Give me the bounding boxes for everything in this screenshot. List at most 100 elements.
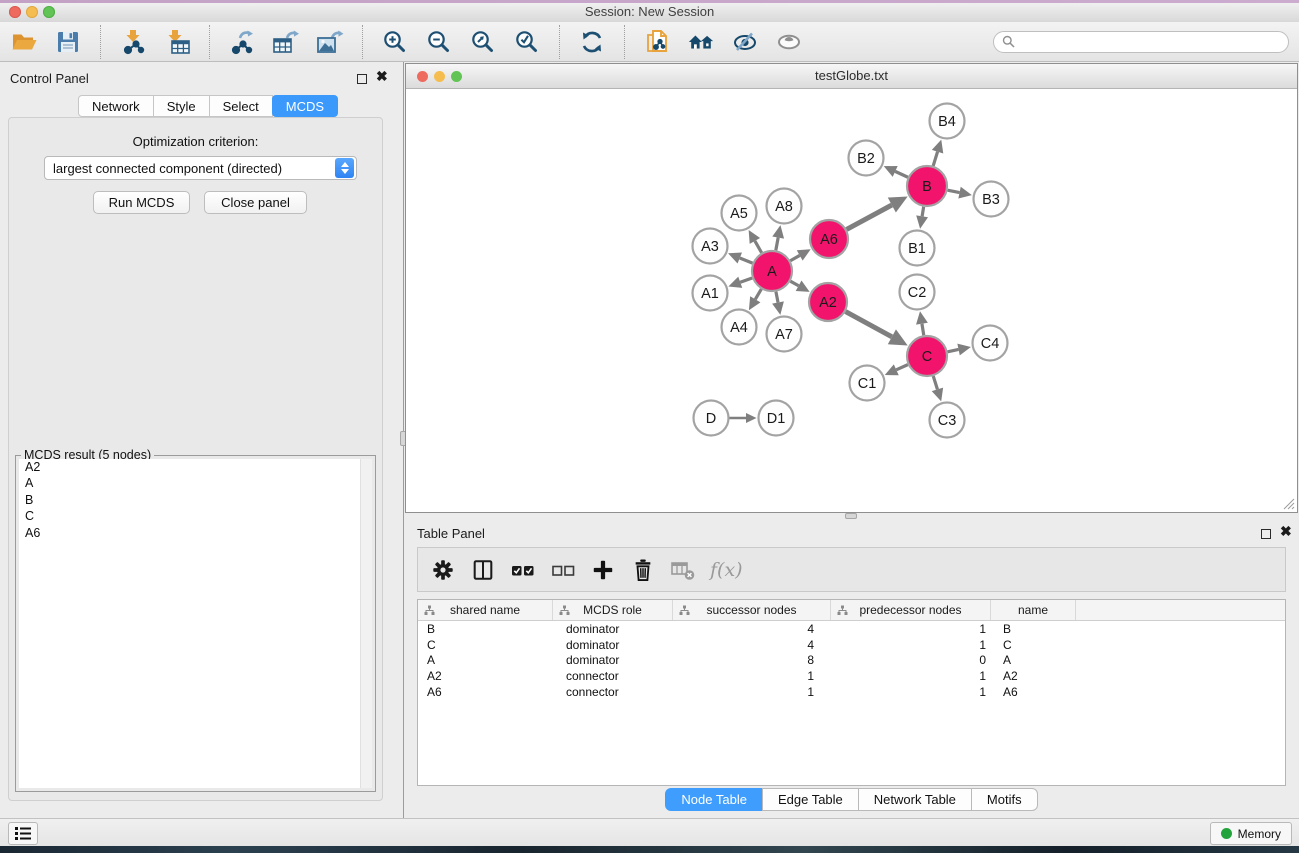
graph-node-label: A2 [819, 295, 837, 311]
graph-edge[interactable] [776, 292, 778, 303]
column-header-mcds-role[interactable]: MCDS role [553, 600, 673, 620]
import-network-icon[interactable] [119, 28, 147, 56]
table-row[interactable]: Bdominator41B [418, 621, 1285, 637]
network-graph[interactable]: AA1A2A3A4A5A6A7A8BB1B2B3B4CC1C2C3C4DD1 [406, 89, 1297, 512]
graph-node-label: A6 [820, 232, 838, 248]
task-history-button[interactable] [8, 822, 38, 845]
function-builder-icon[interactable]: f(x) [710, 559, 743, 581]
criterion-select[interactable]: largest connected component (directed) [44, 156, 357, 180]
tab-style[interactable]: Style [153, 95, 210, 117]
zoom-selected-icon[interactable] [513, 28, 541, 56]
table-cell: C [418, 638, 553, 652]
graph-edge[interactable] [740, 278, 752, 282]
graph-edge[interactable] [922, 207, 924, 217]
result-item[interactable]: B [19, 492, 372, 508]
toggle-column-view-icon[interactable] [470, 557, 496, 583]
delete-table-icon[interactable] [670, 557, 696, 583]
zoom-fit-icon[interactable] [469, 28, 497, 56]
edge-arrowhead-icon [958, 187, 972, 199]
close-panel-icon[interactable]: ✖ [376, 68, 388, 85]
graph-edge[interactable] [790, 281, 798, 286]
graph-edge[interactable] [740, 258, 753, 263]
graph-edge[interactable] [776, 238, 778, 251]
edge-arrowhead-icon [746, 413, 757, 423]
close-panel-icon[interactable]: ✖ [1280, 523, 1292, 540]
table-row[interactable]: Cdominator41C [418, 637, 1285, 653]
toolbar-separator [100, 25, 101, 59]
control-panel-tabs: Network Style Select MCDS [78, 95, 338, 117]
run-mcds-button[interactable]: Run MCDS [93, 191, 190, 214]
tab-edge-table[interactable]: Edge Table [762, 788, 859, 811]
graph-node-label: B2 [857, 151, 875, 167]
column-header-shared-name[interactable]: shared name [418, 600, 553, 620]
mcds-result-list[interactable]: A2ABCA6 [19, 459, 372, 788]
deselect-all-icon[interactable] [550, 557, 576, 583]
graph-node-label: B4 [938, 114, 956, 130]
graph-edge[interactable] [948, 349, 959, 351]
result-item[interactable]: A6 [19, 525, 372, 541]
graph-edge[interactable] [755, 289, 761, 299]
select-all-icon[interactable] [510, 557, 536, 583]
graph-edge[interactable] [896, 365, 908, 370]
zoom-out-icon[interactable] [425, 28, 453, 56]
add-column-icon[interactable] [590, 557, 616, 583]
zoom-in-icon[interactable] [381, 28, 409, 56]
table-row[interactable]: A2connector11A2 [418, 668, 1285, 684]
result-scrollbar[interactable] [360, 459, 372, 788]
settings-gear-icon[interactable] [430, 557, 456, 583]
graph-edge[interactable] [755, 241, 762, 253]
graph-edge[interactable] [895, 171, 908, 177]
result-item[interactable]: A [19, 475, 372, 491]
delete-column-trash-icon[interactable] [630, 557, 656, 583]
graph-edge[interactable] [846, 312, 892, 337]
float-panel-icon[interactable] [357, 74, 367, 84]
table-cell: A [991, 653, 1076, 667]
export-network-icon[interactable] [228, 28, 256, 56]
horizontal-splitter-handle[interactable] [845, 513, 857, 519]
edge-arrowhead-icon [916, 215, 928, 228]
result-item[interactable]: C [19, 508, 372, 524]
network-window-titlebar[interactable]: testGlobe.txt [406, 64, 1297, 89]
import-table-icon[interactable] [163, 28, 191, 56]
hide-details-icon[interactable] [731, 28, 759, 56]
export-table-icon[interactable] [272, 28, 300, 56]
graph-edge[interactable] [948, 190, 960, 192]
tab-motifs[interactable]: Motifs [971, 788, 1038, 811]
tab-network-table[interactable]: Network Table [858, 788, 972, 811]
graph-edge[interactable] [933, 376, 937, 389]
table-row[interactable]: A6connector11A6 [418, 684, 1285, 700]
tab-network[interactable]: Network [78, 95, 154, 117]
column-header-predecessor-nodes[interactable]: predecessor nodes [831, 600, 991, 620]
graph-node-label: A5 [730, 206, 748, 222]
graph-edge[interactable] [847, 205, 892, 229]
close-panel-button[interactable]: Close panel [204, 191, 307, 214]
search-input[interactable] [1020, 35, 1280, 49]
tab-mcds[interactable]: MCDS [272, 95, 338, 117]
session-document-icon[interactable] [643, 28, 671, 56]
tab-select[interactable]: Select [209, 95, 273, 117]
graph-node-label: D1 [767, 411, 786, 427]
table-row[interactable]: Adominator80A [418, 653, 1285, 669]
export-image-icon[interactable] [316, 28, 344, 56]
toolbar-separator [559, 25, 560, 59]
tab-node-table[interactable]: Node Table [665, 788, 763, 811]
column-header-name[interactable]: name [991, 600, 1076, 620]
result-item[interactable]: A2 [19, 459, 372, 475]
float-panel-icon[interactable] [1261, 529, 1271, 539]
edge-arrowhead-icon [916, 311, 928, 324]
graph-edge[interactable] [790, 255, 799, 260]
column-header-successor-nodes[interactable]: successor nodes [673, 600, 831, 620]
graph-edge[interactable] [922, 324, 924, 336]
apply-layout-icon[interactable] [578, 28, 606, 56]
graph-edge[interactable] [933, 152, 937, 166]
open-session-icon[interactable] [10, 28, 38, 56]
application-window: Session: New Session [0, 0, 1299, 853]
memory-button[interactable]: Memory [1210, 822, 1292, 845]
resize-grip-icon[interactable] [1282, 497, 1295, 510]
save-session-icon[interactable] [54, 28, 82, 56]
toolbar-search[interactable] [993, 31, 1289, 53]
main-titlebar[interactable]: Session: New Session [0, 3, 1299, 22]
table-cell: B [991, 622, 1076, 636]
home-icon[interactable] [687, 28, 715, 56]
show-details-icon[interactable] [775, 28, 803, 56]
